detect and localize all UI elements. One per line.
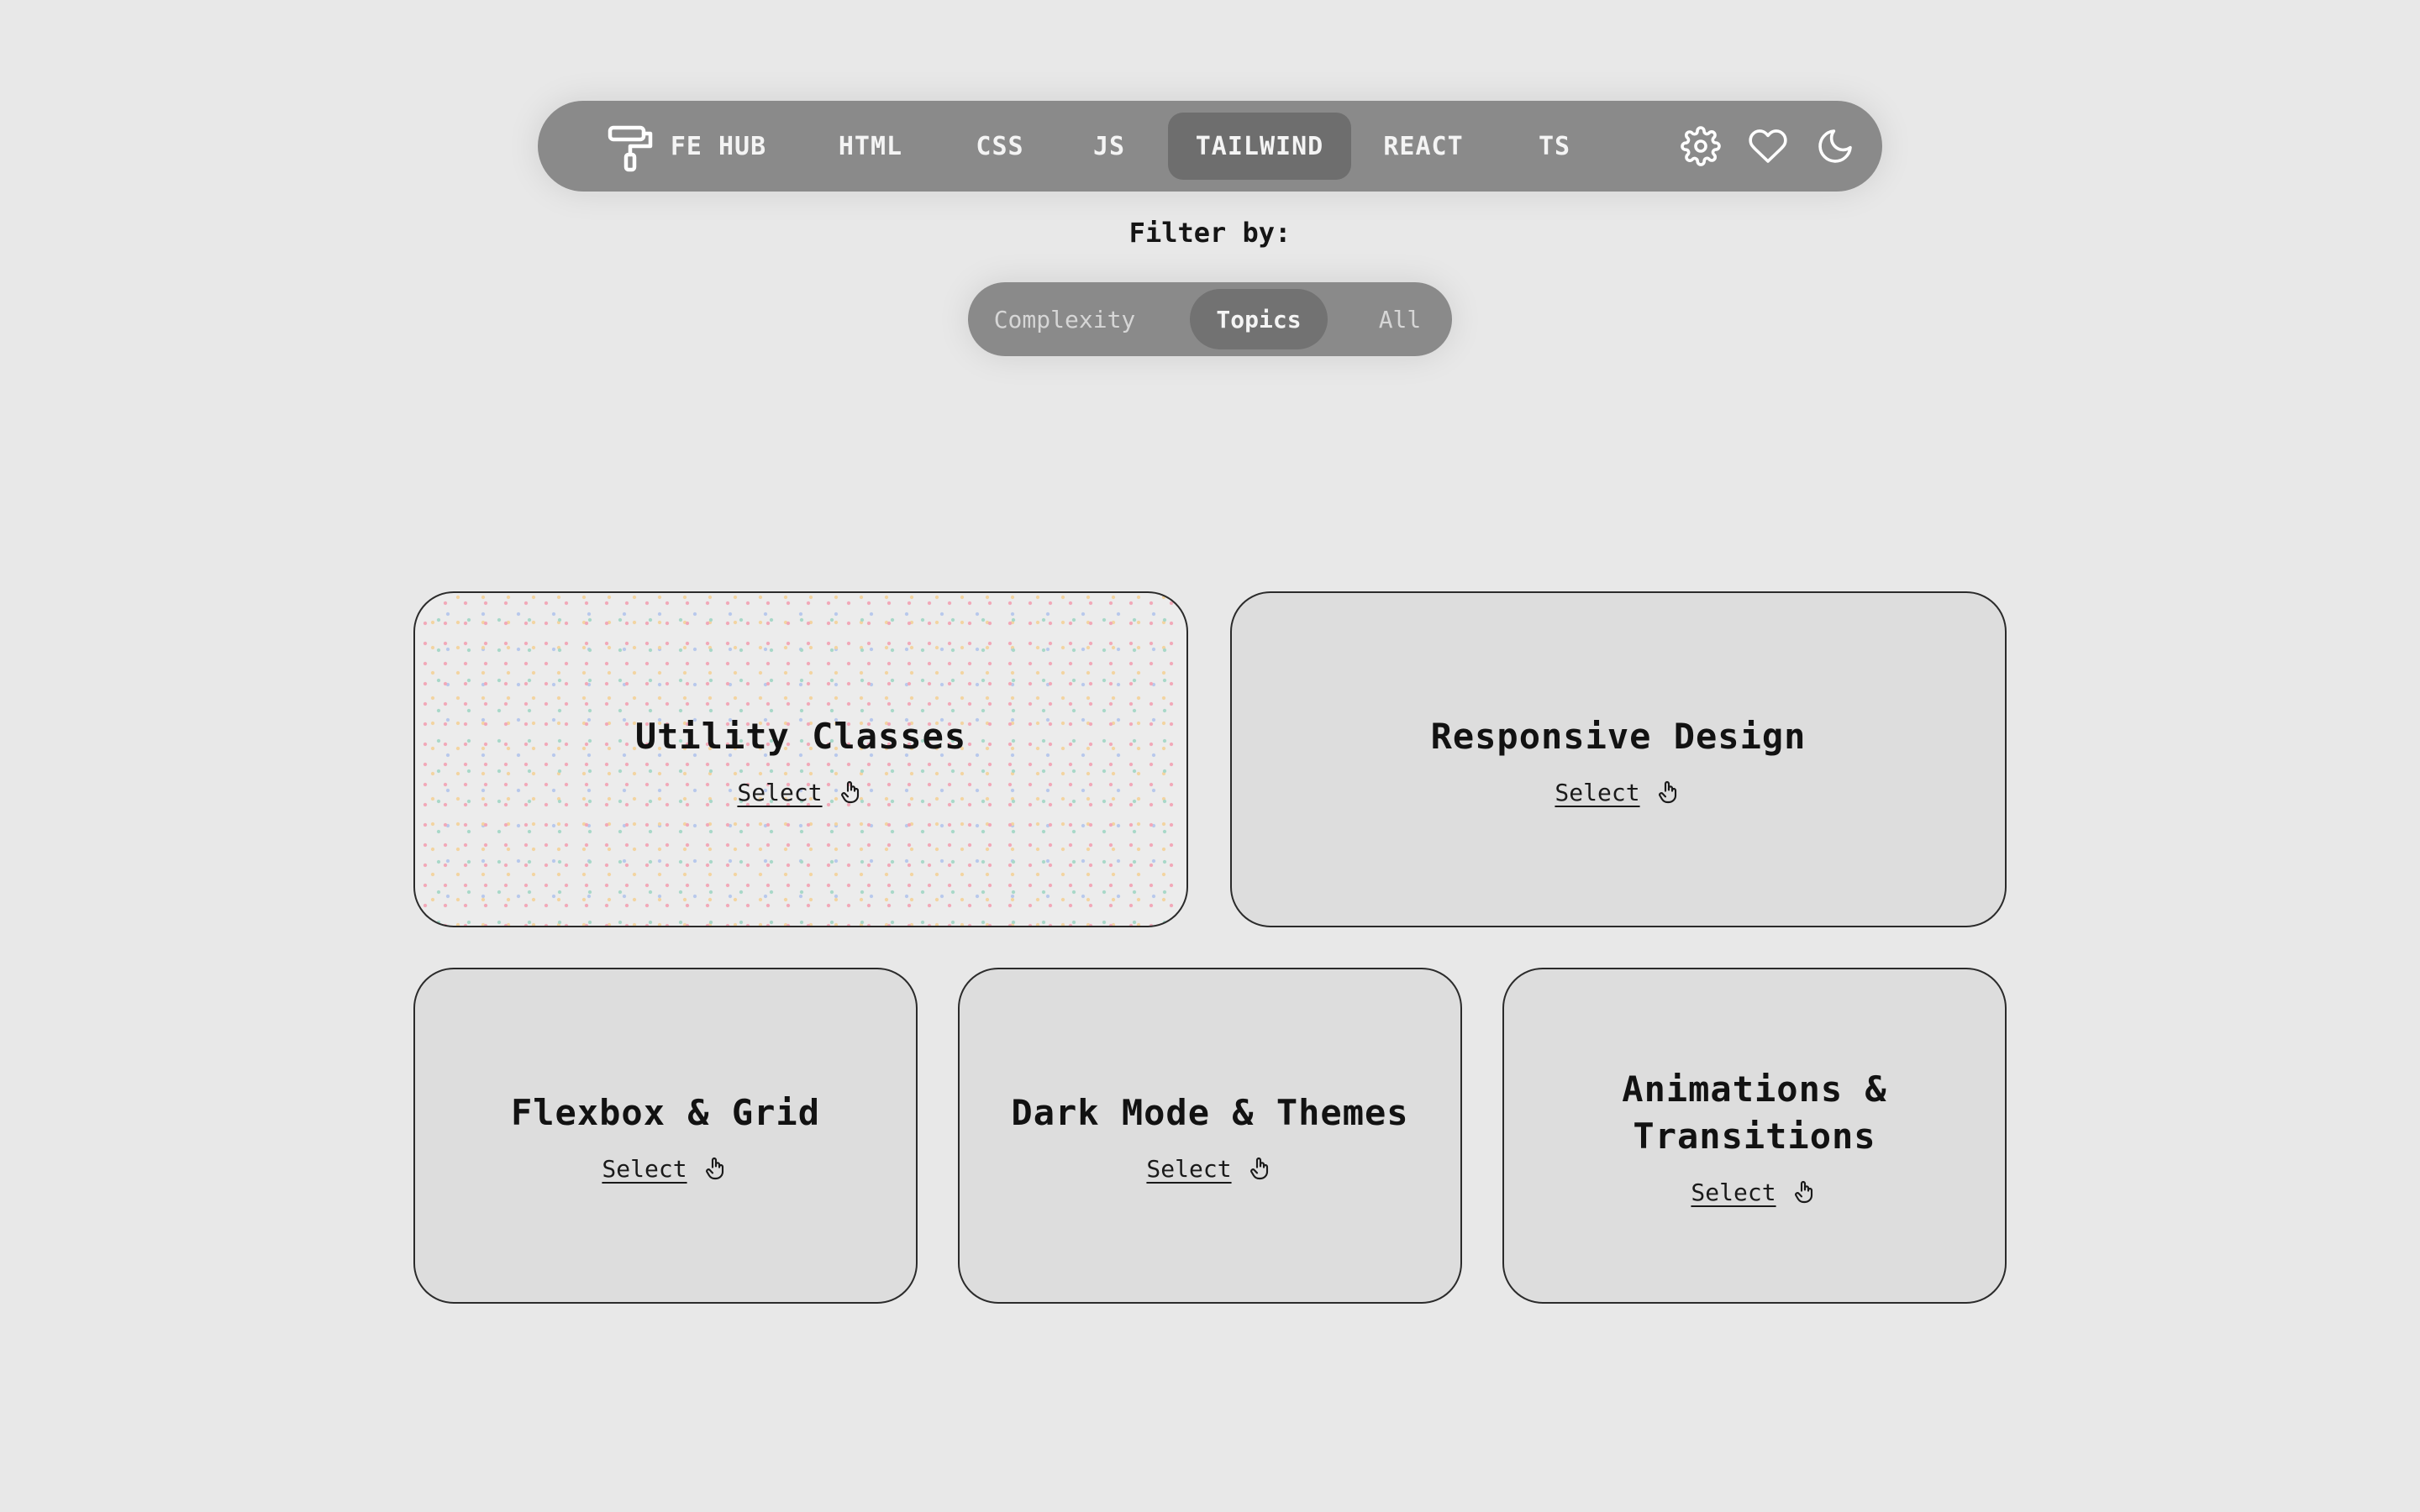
select-link[interactable]: Select bbox=[737, 779, 822, 806]
select-link[interactable]: Select bbox=[1146, 1155, 1231, 1183]
nav-item-ts[interactable]: TS bbox=[1529, 113, 1580, 180]
topic-card-responsive-design[interactable]: Responsive Design Select bbox=[1230, 591, 2007, 927]
pointer-hand-icon bbox=[702, 1155, 729, 1182]
moon-icon[interactable] bbox=[1815, 126, 1855, 166]
page: FE HUB HTML CSS JS TAILWIND REACT TS Fil… bbox=[0, 0, 2420, 1512]
topic-card-flexbox-grid[interactable]: Flexbox & Grid Select bbox=[413, 968, 918, 1304]
filter-label: Filter by: bbox=[1128, 217, 1292, 249]
topic-card-dark-mode-themes[interactable]: Dark Mode & Themes Select bbox=[958, 968, 1462, 1304]
nav-brand-fe-hub[interactable]: FE HUB bbox=[664, 113, 773, 180]
card-title: Dark Mode & Themes bbox=[1011, 1091, 1409, 1133]
select-link[interactable]: Select bbox=[1691, 1179, 1776, 1206]
nav-item-react[interactable]: REACT bbox=[1375, 113, 1472, 180]
select-link[interactable]: Select bbox=[1555, 779, 1639, 806]
nav-item-tailwind[interactable]: TAILWIND bbox=[1168, 113, 1351, 180]
card-select-row: Select bbox=[1146, 1155, 1273, 1183]
select-link[interactable]: Select bbox=[602, 1155, 687, 1183]
card-title: Utility Classes bbox=[634, 715, 967, 757]
settings-icon[interactable] bbox=[1681, 126, 1721, 166]
pointer-hand-icon bbox=[1655, 779, 1682, 806]
pointer-hand-icon bbox=[838, 779, 865, 806]
card-select-row: Select bbox=[602, 1155, 729, 1183]
topic-card-utility-classes[interactable]: Utility Classes Select bbox=[413, 591, 1188, 927]
card-title: Responsive Design bbox=[1430, 715, 1807, 757]
card-select-row: Select bbox=[1691, 1179, 1818, 1206]
filter-option-complexity[interactable]: Complexity bbox=[985, 289, 1144, 349]
nav-item-html[interactable]: HTML bbox=[829, 113, 913, 180]
card-select-row: Select bbox=[737, 779, 864, 806]
filter-segmented-control: Complexity Topics All bbox=[968, 282, 1452, 356]
filter-option-all[interactable]: All bbox=[1366, 289, 1434, 349]
heart-icon[interactable] bbox=[1748, 126, 1788, 166]
nav-item-css[interactable]: CSS bbox=[966, 113, 1034, 180]
card-title: Animations & Transitions bbox=[1622, 1068, 1887, 1157]
card-title: Flexbox & Grid bbox=[510, 1091, 820, 1133]
pointer-hand-icon bbox=[1791, 1179, 1818, 1205]
filter-option-topics[interactable]: Topics bbox=[1190, 289, 1328, 349]
topic-card-animations-transitions[interactable]: Animations & Transitions Select bbox=[1502, 968, 2007, 1304]
card-select-row: Select bbox=[1555, 779, 1681, 806]
nav-item-js[interactable]: JS bbox=[1084, 113, 1134, 180]
pointer-hand-icon bbox=[1247, 1155, 1274, 1182]
top-navbar: FE HUB HTML CSS JS TAILWIND REACT TS bbox=[538, 101, 1882, 192]
paint-roller-logo-icon[interactable] bbox=[605, 123, 655, 173]
